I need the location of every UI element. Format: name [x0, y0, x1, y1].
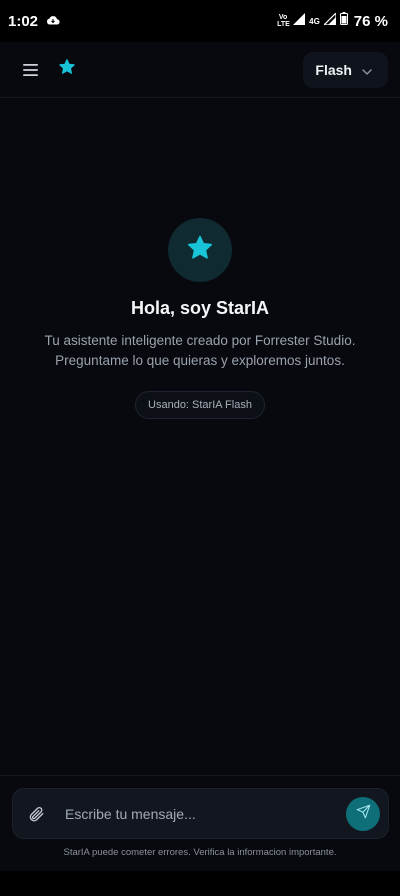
system-nav-bar	[0, 871, 400, 896]
hero-avatar	[168, 218, 232, 282]
menu-icon[interactable]	[20, 60, 40, 80]
cloud-icon	[46, 12, 60, 30]
paperclip-icon[interactable]	[13, 789, 59, 838]
model-badge-label: Usando: StarIA Flash	[148, 399, 252, 411]
model-badge: Usando: StarIA Flash	[135, 391, 265, 419]
app-bar: Flash	[0, 42, 400, 98]
message-composer	[12, 788, 389, 839]
star-icon	[186, 234, 214, 267]
composer-area: StarIA puede cometer errores. Verifica l…	[0, 775, 400, 871]
status-bar: 1:02 Vo LTE 4G 76 %	[0, 0, 400, 42]
star-icon	[58, 58, 76, 81]
battery-level: 76 %	[353, 12, 388, 30]
volte-indicator: Vo LTE	[277, 14, 290, 28]
send-icon	[356, 804, 371, 824]
network-type: 4G	[309, 16, 320, 26]
signal-icon	[322, 11, 337, 30]
welcome-title: Hola, soy StarIA	[130, 298, 270, 318]
chevron-down-icon	[362, 62, 372, 78]
battery-icon	[339, 12, 348, 30]
send-button[interactable]	[346, 796, 380, 831]
model-selector[interactable]: Flash	[303, 51, 388, 88]
disclaimer-text: StarIA puede cometer errores. Verifica l…	[63, 847, 337, 858]
welcome-section: Hola, soy StarIA Tu asistente inteligent…	[0, 218, 400, 419]
welcome-subtitle: Tu asistente inteligente creado por Forr…	[44, 333, 356, 368]
signal-icon	[293, 12, 306, 30]
model-label: Flash	[315, 61, 352, 78]
status-time: 1:02	[8, 12, 39, 30]
message-input[interactable]	[59, 789, 346, 838]
